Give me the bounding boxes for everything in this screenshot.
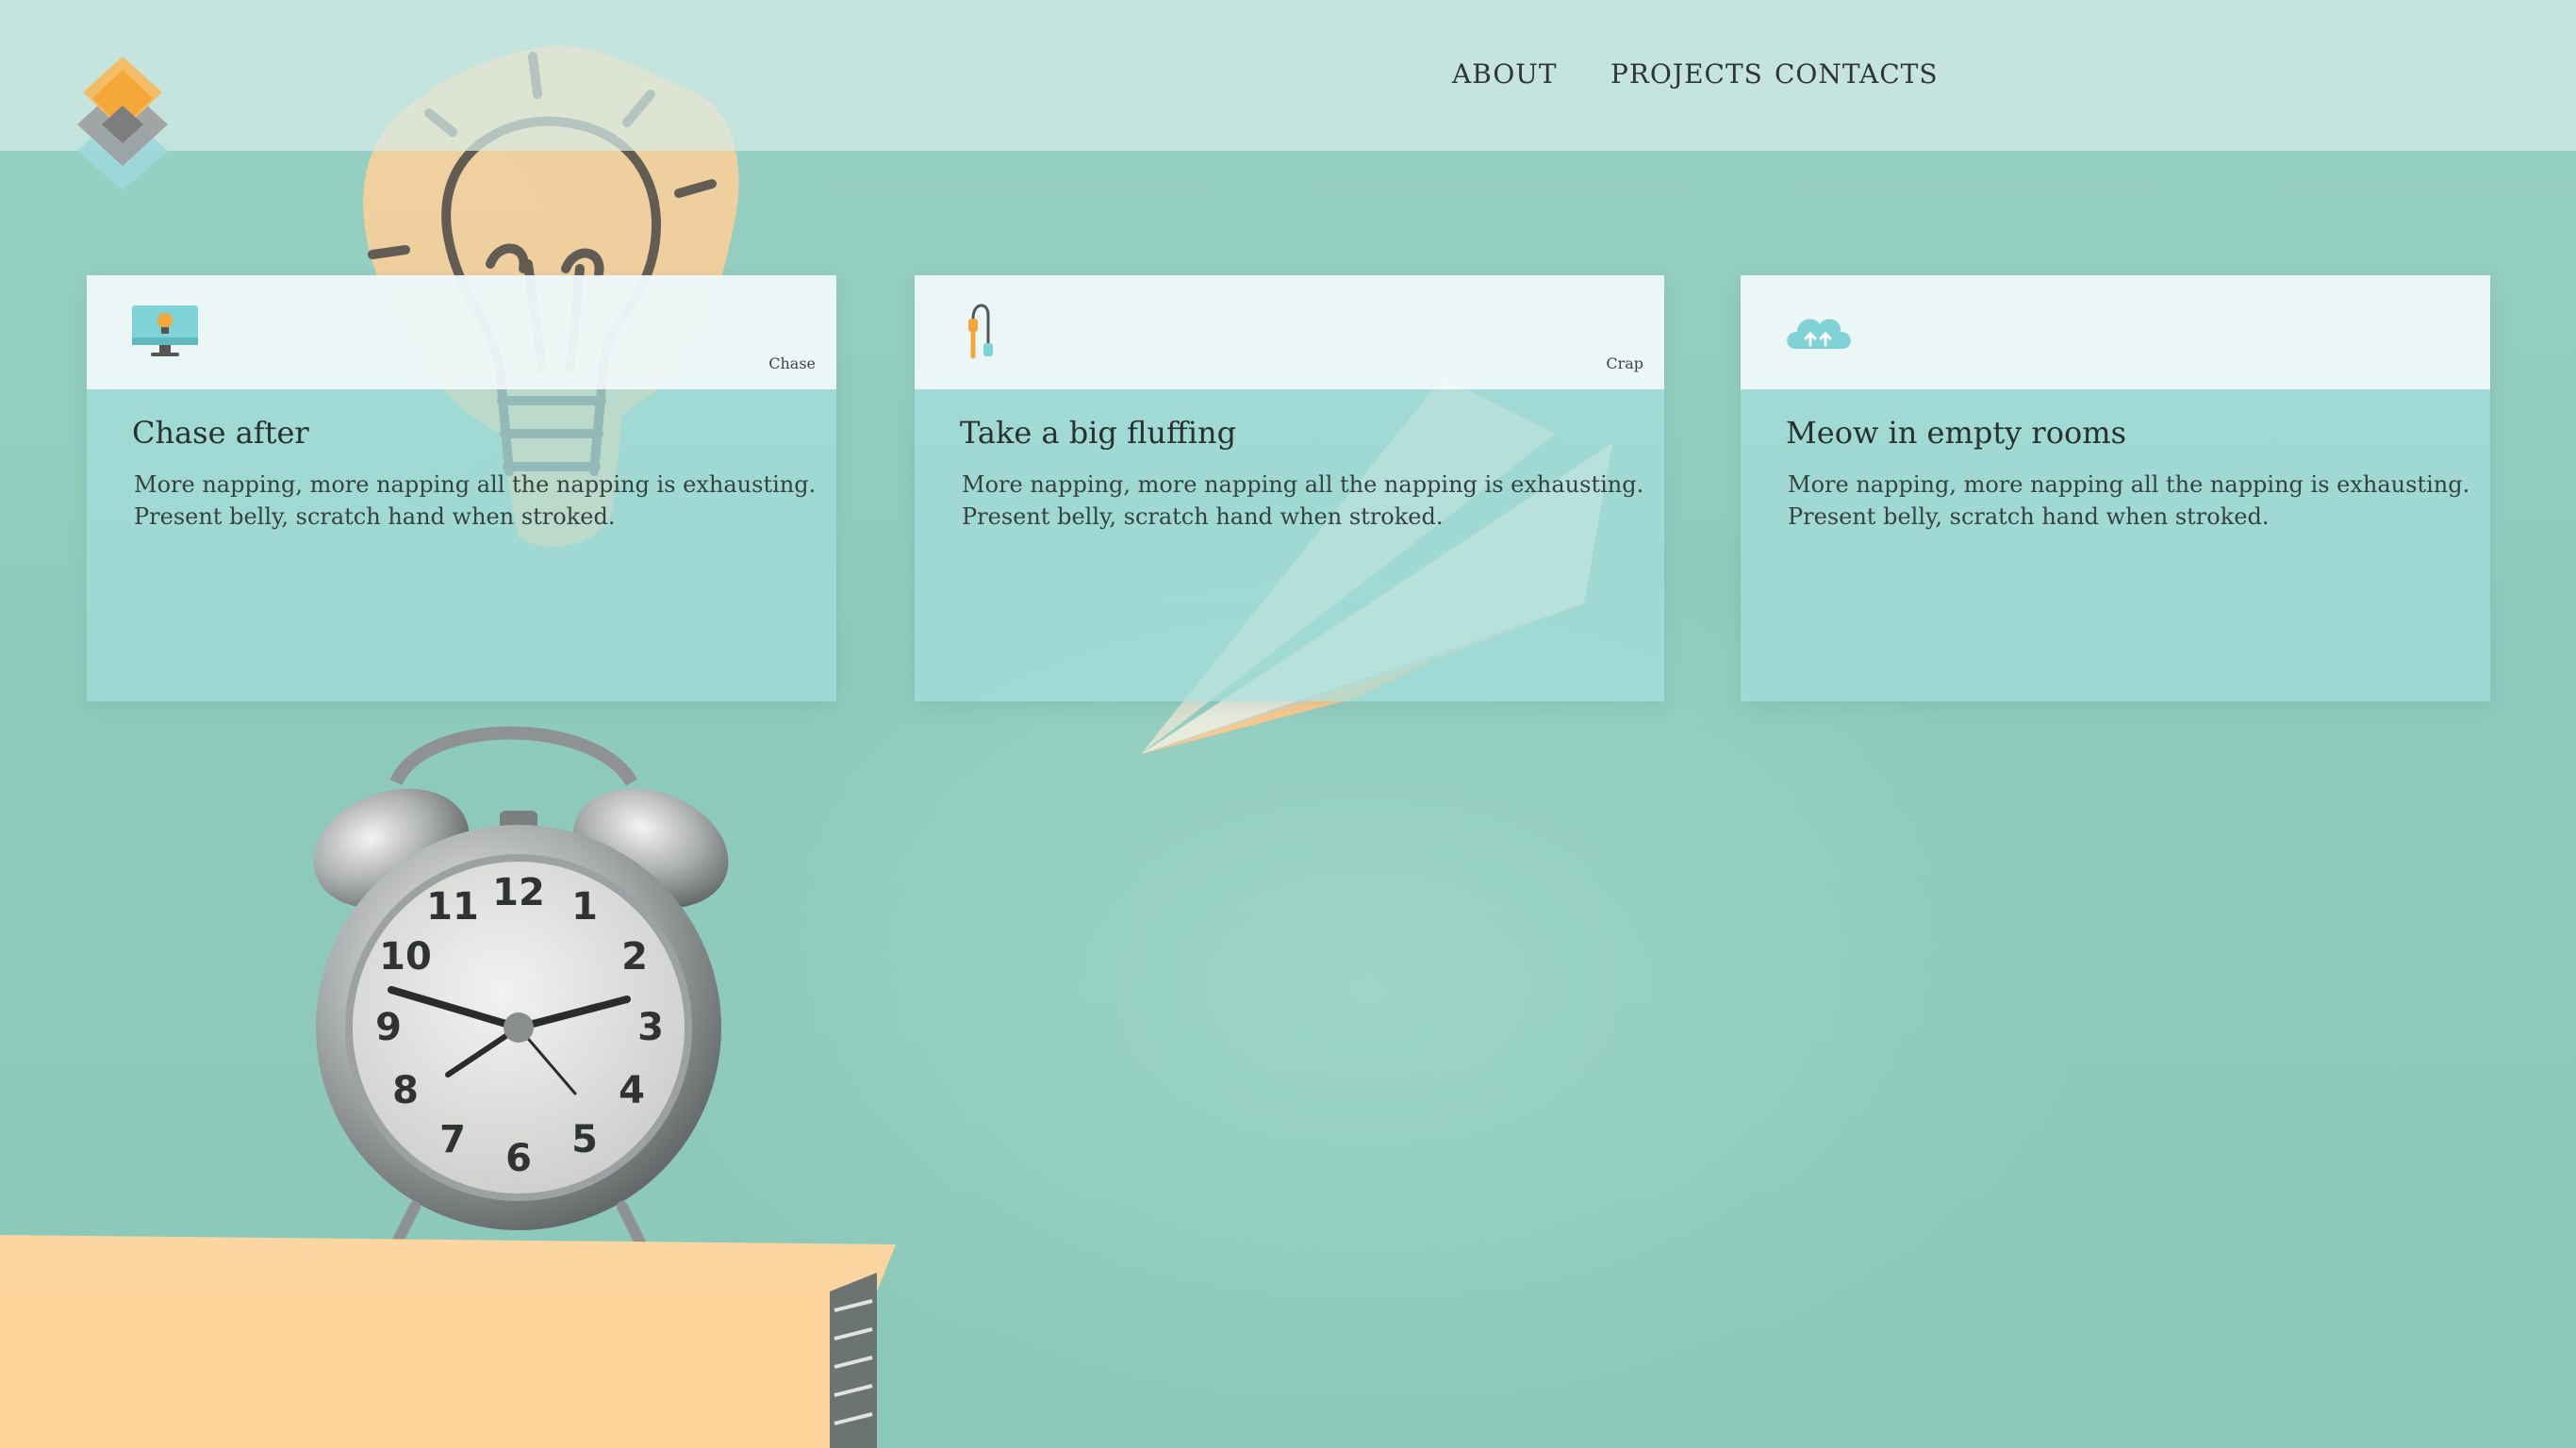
nav-link-projects[interactable]: PROJECTS [1610,58,1763,90]
card-tag: Crap [1606,354,1643,372]
card-description: More napping, more napping all the nappi… [1788,469,2470,533]
card-tag: Chase [768,354,816,372]
cable-icon [968,304,993,359]
card-description-line: More napping, more napping all the nappi… [962,471,1644,498]
clock-number: 4 [619,1069,645,1112]
clock-number: 5 [571,1118,598,1161]
clock-number: 10 [379,935,432,979]
card-description-line: Present belly, scratch hand when stroked… [134,503,616,530]
nav-link-about[interactable]: ABOUT [1452,58,1558,90]
monitor-lightbulb-icon [132,305,198,356]
clock-number: 2 [621,935,648,979]
clock-number: 12 [492,871,545,914]
feature-card-meow[interactable]: Meow in empty rooms More napping, more n… [1741,275,2490,701]
card-title: Take a big fluffing [960,415,1237,451]
clock-number: 1 [571,885,598,929]
card-title: Meow in empty rooms [1786,415,2127,451]
card-header: Crap [915,275,1664,389]
nav-link-contacts[interactable]: CONTACTS [1775,58,1939,90]
clock-number: 11 [426,885,479,929]
cloud-sync-icon [1787,319,1851,349]
logo-diamond-icon[interactable] [77,57,168,190]
clock-number: 7 [439,1118,466,1161]
feature-card-chase[interactable]: Chase Chase after More napping, more nap… [87,275,836,701]
clock-number: 8 [392,1069,419,1112]
card-description: More napping, more napping all the nappi… [134,469,817,533]
clock-number: 3 [637,1006,664,1049]
card-description: More napping, more napping all the nappi… [962,469,1644,533]
alarm-clock-illustration: 12 1 2 3 4 5 6 7 8 9 10 11 [313,726,729,1259]
clock-number: 9 [375,1006,402,1049]
card-header: Chase [87,275,836,389]
book-stack-illustration [0,1235,896,1448]
card-description-line: More napping, more napping all the nappi… [1788,471,2470,498]
card-description-line: Present belly, scratch hand when stroked… [1788,503,2270,530]
card-header [1741,275,2490,389]
clock-number: 6 [505,1137,532,1180]
site-header: ABOUT PROJECTS CONTACTS [0,0,2576,190]
feature-card-fluffing[interactable]: Crap Take a big fluffing More napping, m… [915,275,1664,701]
card-title: Chase after [132,415,309,451]
card-description-line: Present belly, scratch hand when stroked… [962,503,1444,530]
card-description-line: More napping, more napping all the nappi… [134,471,817,498]
